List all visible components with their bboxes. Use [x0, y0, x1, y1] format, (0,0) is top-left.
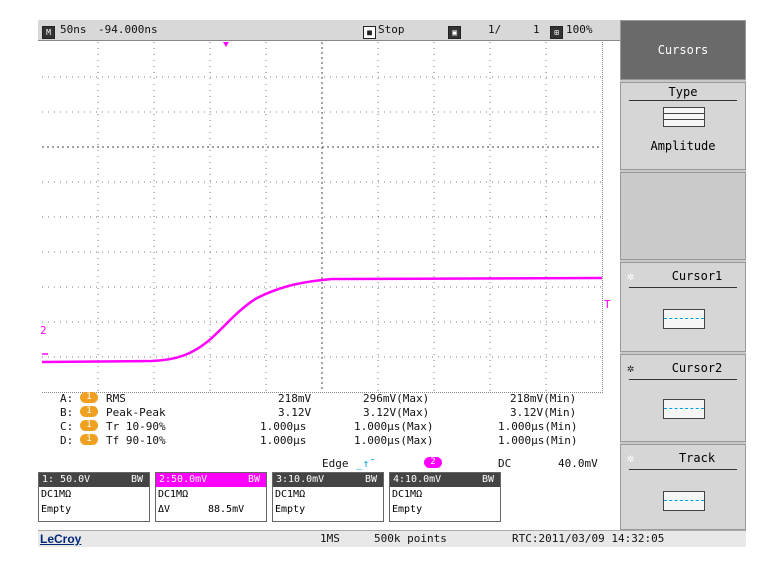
- cursor2-button[interactable]: ✲ Cursor2: [620, 354, 746, 442]
- measurement-max: 1.000µs(Max): [354, 420, 434, 433]
- channel-scale: 1: 50.0V: [42, 474, 91, 485]
- bw-limit: BW: [248, 474, 261, 485]
- channel-2-box[interactable]: 2:50.0mV BW DC1MΩ ΔV 88.5mV: [155, 472, 267, 522]
- measurement-max: 3.12V(Max): [363, 406, 430, 419]
- measurement-name: Tf 90-10%: [106, 434, 166, 447]
- sweep-total: 1: [533, 23, 540, 36]
- channel-coupling: DC1MΩ: [392, 489, 423, 500]
- oscilloscope-screen: M 50ns -94.000ns ■ Stop ▣ 1/ 1 ⊞ 100% 2 …: [38, 20, 746, 547]
- trigger-delay[interactable]: -94.000ns: [98, 23, 158, 36]
- channel-info: ΔV: [158, 504, 171, 515]
- menu-title-label: Cursors: [657, 43, 709, 57]
- menu-title: Cursors: [620, 20, 746, 80]
- trigger-status[interactable]: Edge _↑¯ 2 DC 40.0mV: [38, 457, 620, 471]
- measurement-slot: B:: [60, 406, 74, 419]
- waveform-display[interactable]: [42, 42, 603, 393]
- divider: [629, 287, 737, 288]
- channel-4-box[interactable]: 4:10.0mV BW DC1MΩ Empty: [389, 472, 501, 522]
- trigger-position-marker: [223, 42, 229, 47]
- rising-edge-icon: _↑¯: [356, 457, 376, 470]
- divider: [629, 469, 737, 470]
- empty-button: [620, 172, 746, 260]
- type-value: Amplitude: [650, 139, 716, 153]
- type-label: Type: [668, 85, 698, 99]
- channel-info: Empty: [392, 504, 423, 515]
- measurement-panel: A: 1 RMS 218mV 296mV(Max) 218mV(Min) B: …: [38, 392, 620, 464]
- knob-icon: ✲: [627, 361, 635, 375]
- channel-coupling: DC1MΩ: [41, 489, 72, 500]
- channel-info: Empty: [275, 504, 306, 515]
- measurement-min: 3.12V(Min): [510, 406, 577, 419]
- cursor-menu: Cursors Type Amplitude ✲ Cursor1 ✲ Curso…: [620, 20, 746, 540]
- measurement-slot: D:: [60, 434, 74, 447]
- track-button[interactable]: ✲ Track: [620, 444, 746, 530]
- channel-coupling: DC1MΩ: [275, 489, 306, 500]
- measurement-value: 1.000µs: [260, 420, 307, 433]
- trigger-coupling: DC: [498, 457, 512, 470]
- bw-limit: BW: [131, 474, 144, 485]
- measurement-name: Tr 10-90%: [106, 420, 166, 433]
- measurement-min: 1.000µs(Min): [498, 434, 578, 447]
- measurement-value: 218mV: [278, 392, 312, 405]
- measurement-row[interactable]: A: 1 RMS 218mV 296mV(Max) 218mV(Min): [38, 392, 620, 406]
- zoom-level[interactable]: 100%: [566, 23, 593, 36]
- brand-logo: LeCroy: [40, 532, 82, 546]
- sweep-count: 1/: [488, 23, 502, 36]
- channel-3-box[interactable]: 3:10.0mV BW DC1MΩ Empty: [272, 472, 384, 522]
- channel-scale: 4:10.0mV: [393, 474, 442, 485]
- type-button[interactable]: Type Amplitude: [620, 82, 746, 170]
- measurement-value: 3.12V: [278, 406, 312, 419]
- real-time-clock: RTC:2011/03/09 14:32:05: [512, 532, 665, 545]
- delta-v-value: 88.5mV: [208, 504, 245, 515]
- trigger-mode: Edge: [322, 457, 349, 470]
- divider: [629, 100, 737, 101]
- track-icon: [663, 491, 705, 511]
- knob-icon: ✲: [627, 269, 635, 283]
- knob-icon: ✲: [627, 451, 635, 465]
- measurement-min: 1.000µs(Min): [498, 420, 578, 433]
- run-state[interactable]: Stop: [378, 23, 405, 36]
- channel-info: Empty: [41, 504, 72, 515]
- amplitude-icon: [663, 107, 705, 127]
- channel-coupling: DC1MΩ: [158, 489, 189, 500]
- timebase[interactable]: 50ns: [60, 23, 87, 36]
- channel-scale: 3:10.0mV: [276, 474, 325, 485]
- bw-limit: BW: [482, 474, 495, 485]
- measurement-name: RMS: [106, 392, 126, 405]
- bw-limit: BW: [365, 474, 378, 485]
- channel-info-panel: 1: 50.0V BW DC1MΩ Empty 2:50.0mV BW DC1M…: [38, 472, 506, 522]
- trigger-level: 40.0mV: [558, 457, 598, 470]
- cursor2-icon: [663, 399, 705, 419]
- channel2-marker-label: 2: [40, 324, 47, 337]
- bottom-status-bar: LeCroy 1MS 500k points RTC:2011/03/09 14…: [38, 530, 746, 547]
- status-bar: M 50ns -94.000ns ■ Stop ▣ 1/ 1 ⊞ 100%: [38, 20, 620, 41]
- track-label: Track: [678, 451, 716, 465]
- measurement-min: 218mV(Min): [510, 392, 577, 405]
- cursor2-label: Cursor2: [671, 361, 723, 375]
- record-length: 500k points: [374, 532, 447, 545]
- divider: [629, 379, 737, 380]
- measurement-max: 1.000µs(Max): [354, 434, 434, 447]
- measurement-slot: A:: [60, 392, 74, 405]
- measurement-name: Peak-Peak: [106, 406, 166, 419]
- trigger-level-marker: T: [604, 298, 611, 311]
- waveform-trace: [42, 276, 602, 364]
- channel-1-box[interactable]: 1: 50.0V BW DC1MΩ Empty: [38, 472, 150, 522]
- cursor1-label: Cursor1: [671, 269, 723, 283]
- cursor1-icon: [663, 309, 705, 329]
- sample-rate: 1MS: [320, 532, 340, 545]
- measurement-row[interactable]: B: 1 Peak-Peak 3.12V 3.12V(Max) 3.12V(Mi…: [38, 406, 620, 420]
- measurement-max: 296mV(Max): [363, 392, 430, 405]
- cursor1-button[interactable]: ✲ Cursor1: [620, 262, 746, 352]
- channel-scale: 2:50.0mV: [159, 474, 208, 485]
- measurement-row[interactable]: C: 1 Tr 10-90% 1.000µs 1.000µs(Max) 1.00…: [38, 420, 620, 434]
- measurement-row[interactable]: D: 1 Tf 90-10% 1.000µs 1.000µs(Max) 1.00…: [38, 434, 620, 448]
- measurement-slot: C:: [60, 420, 74, 433]
- measurement-value: 1.000µs: [260, 434, 307, 447]
